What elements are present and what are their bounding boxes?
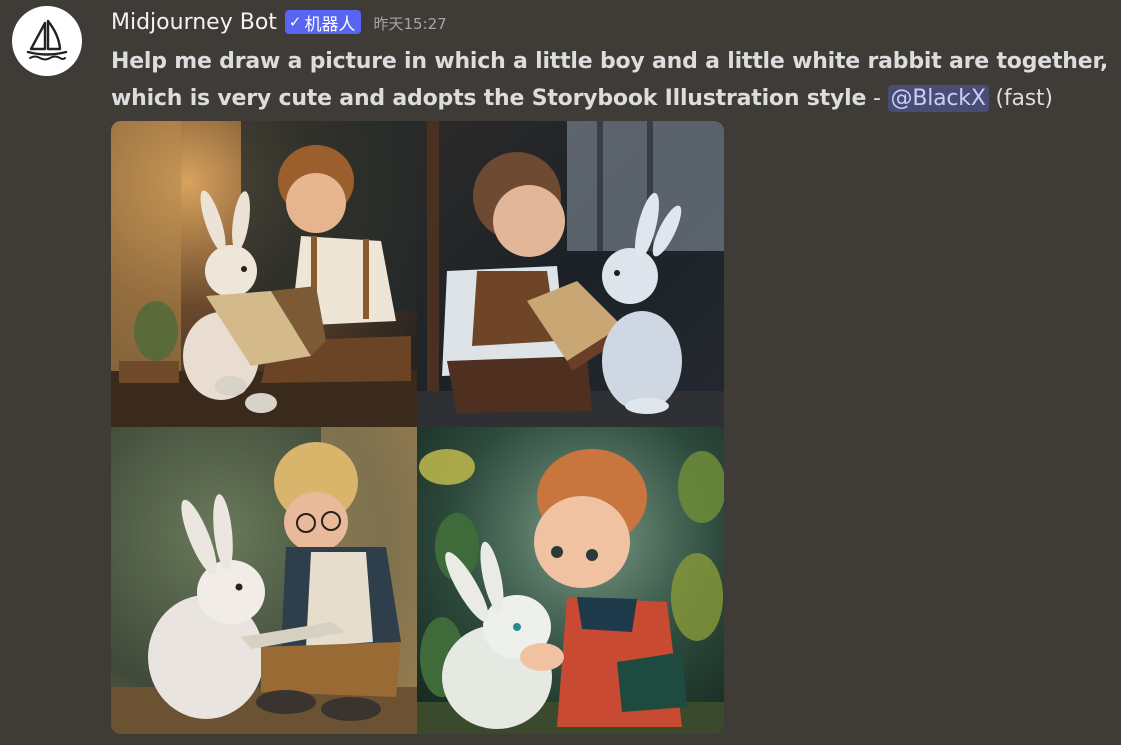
generation-mode: (fast): [995, 86, 1053, 111]
image-icon: [111, 121, 417, 427]
author-avatar[interactable]: [12, 6, 82, 76]
message-content: Help me draw a picture in which a little…: [111, 43, 1119, 117]
bot-badge-label: 机器人: [304, 14, 356, 35]
chat-message: Midjourney Bot ✓ 机器人 昨天15:27 Help me dra…: [0, 0, 1121, 745]
bot-badge: ✓ 机器人: [284, 10, 362, 35]
user-mention[interactable]: @BlackX: [887, 85, 989, 112]
sailboat-icon: [26, 19, 68, 61]
checkmark-icon: ✓: [288, 13, 302, 31]
image-icon: [417, 427, 724, 734]
image-grid: [111, 121, 724, 734]
generated-image-2[interactable]: [417, 121, 724, 427]
generated-image-3[interactable]: [111, 427, 417, 734]
generated-image-1[interactable]: [111, 121, 417, 427]
generated-image-4[interactable]: [417, 427, 724, 734]
image-icon: [111, 427, 417, 734]
message-header: Midjourney Bot ✓ 机器人 昨天15:27: [111, 5, 447, 39]
prompt-separator: -: [866, 86, 888, 111]
image-icon: [417, 121, 724, 427]
author-name[interactable]: Midjourney Bot: [111, 10, 277, 35]
message-timestamp[interactable]: 昨天15:27: [373, 13, 446, 34]
